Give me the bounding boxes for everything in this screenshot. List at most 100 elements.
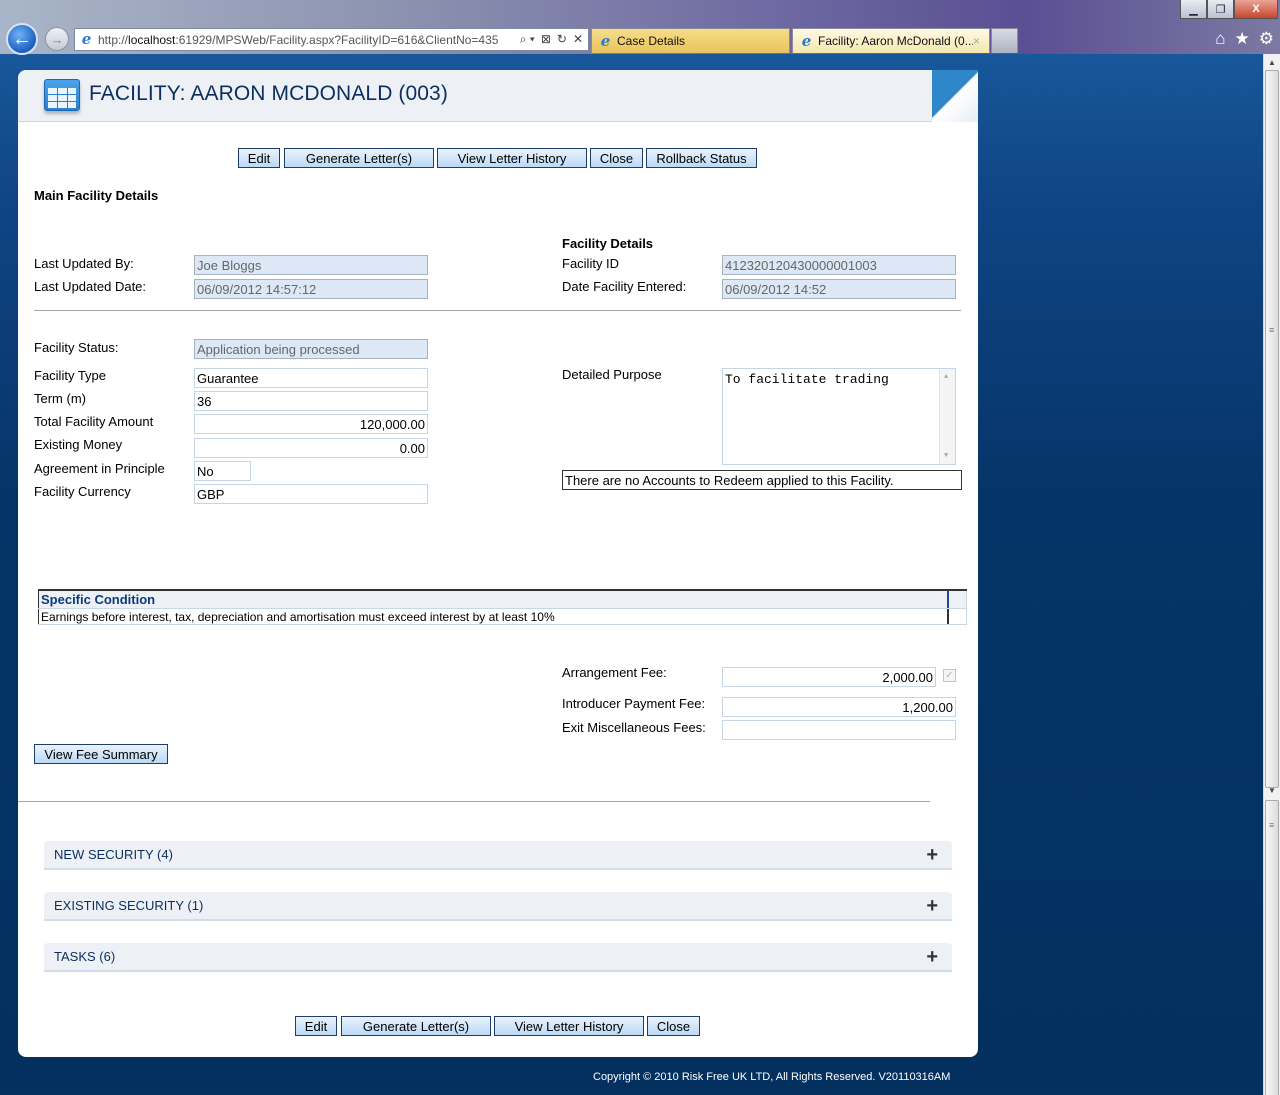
divider [18, 801, 930, 802]
section-label: NEW SECURITY (4) [54, 847, 173, 862]
condition-cell: Earnings before interest, tax, depreciat… [38, 609, 947, 624]
restore-button[interactable]: ❐ [1207, 0, 1234, 19]
page-title: FACILITY: AARON MCDONALD (003) [89, 82, 448, 105]
divider [34, 310, 961, 311]
specific-condition-table: Specific Condition Earnings before inter… [38, 589, 967, 625]
new-security-section[interactable]: NEW SECURITY (4) + [44, 841, 952, 870]
home-icon[interactable]: ⌂ [1215, 29, 1225, 49]
facility-type-label: Facility Type [34, 368, 107, 383]
date-facility-entered-label: Date Facility Entered: [562, 279, 687, 294]
tab-case-details[interactable]: e Case Details [591, 28, 790, 53]
term-label: Term (m) [34, 391, 86, 406]
calendar-icon [44, 79, 80, 111]
url-host: localhost [128, 32, 176, 47]
redeem-accounts-notice: There are no Accounts to Redeem applied … [562, 470, 962, 490]
last-updated-by-field: Joe Bloggs [194, 255, 428, 275]
search-icon[interactable]: ⌕ ▾ [520, 32, 535, 47]
facility-currency-label: Facility Currency [34, 484, 131, 499]
scroll-down-icon[interactable]: ▼ [1264, 782, 1280, 798]
facility-type-field[interactable]: Guarantee [194, 368, 428, 388]
textarea-scrollbar[interactable]: ▲ ▼ [939, 369, 955, 464]
close-window-button[interactable]: X [1234, 0, 1278, 19]
tasks-section[interactable]: TASKS (6) + [44, 943, 952, 972]
column-header-blank [947, 591, 967, 608]
close-button[interactable]: Close [590, 148, 643, 168]
browser-chrome: ▁ ❐ X ← → e http://localhost:61929/MPSWe… [0, 0, 1280, 55]
close-tab-icon[interactable]: × [973, 34, 989, 48]
scrollbar-thumb-lower[interactable]: ≡ [1265, 800, 1279, 1095]
page-header: FACILITY: AARON MCDONALD (003) [18, 70, 978, 122]
page-curl-decoration [932, 70, 978, 122]
window-controls: ▁ ❐ X [1180, 0, 1278, 19]
gear-icon[interactable]: ⚙ [1259, 29, 1274, 49]
expand-plus-icon[interactable]: + [926, 845, 938, 865]
detailed-purpose-textarea[interactable]: To facilitate trading ▲ ▼ [722, 368, 956, 465]
main-facility-details-heading: Main Facility Details [34, 188, 159, 203]
edit-button[interactable]: Edit [238, 148, 280, 168]
facility-page: FACILITY: AARON MCDONALD (003) Edit Gene… [18, 70, 978, 1057]
expand-plus-icon[interactable]: + [926, 947, 938, 967]
agreement-in-principle-field[interactable]: No [194, 461, 251, 481]
facility-details-heading: Facility Details [562, 236, 654, 251]
scrollbar-thumb[interactable]: ≡ [1265, 70, 1279, 788]
section-label: TASKS (6) [54, 949, 116, 964]
generate-letters-button-bottom[interactable]: Generate Letter(s) [341, 1016, 491, 1036]
address-tools: ⌕ ▾ ⊠ ↻ ✕ [520, 32, 588, 47]
scroll-up-icon[interactable]: ▲ [1264, 54, 1280, 70]
forward-button[interactable]: → [45, 27, 69, 51]
stop-icon[interactable]: ✕ [573, 32, 583, 47]
tab-label: Case Details [617, 34, 686, 48]
url-path: :61929/MPSWeb/Facility.aspx?FacilityID=6… [175, 32, 499, 47]
address-bar[interactable]: e http://localhost:61929/MPSWeb/Facility… [74, 28, 589, 51]
view-letter-history-button[interactable]: View Letter History [437, 148, 587, 168]
facility-currency-field[interactable]: GBP [194, 484, 428, 504]
existing-money-field[interactable]: 0.00 [194, 438, 428, 458]
column-header-specific-condition: Specific Condition [38, 591, 947, 608]
total-facility-amount-label: Total Facility Amount [34, 414, 154, 429]
new-tab-button[interactable] [991, 28, 1018, 53]
arrow-left-icon: ← [12, 27, 32, 50]
scroll-down-icon[interactable]: ▼ [944, 452, 948, 460]
arrangement-fee-checkbox[interactable]: ✓ [943, 669, 956, 682]
toolbar-icons: ⌂ ★ ⚙ [1215, 29, 1274, 49]
exit-misc-fees-label: Exit Miscellaneous Fees: [562, 720, 706, 735]
section-label: EXISTING SECURITY (1) [54, 898, 204, 913]
facility-id-field: 412320120430000001003 [722, 255, 956, 275]
introducer-payment-fee-label: Introducer Payment Fee: [562, 696, 706, 711]
scroll-up-icon[interactable]: ▲ [944, 373, 948, 381]
copyright-footer: Copyright © 2010 Risk Free UK LTD, All R… [593, 1071, 951, 1083]
compatibility-view-icon[interactable]: ⊠ [541, 32, 551, 47]
back-button[interactable]: ← [6, 23, 38, 55]
generate-letters-button[interactable]: Generate Letter(s) [284, 148, 434, 168]
exit-misc-fees-field[interactable] [722, 720, 956, 740]
close-button-bottom[interactable]: Close [647, 1016, 700, 1036]
table-row[interactable]: Earnings before interest, tax, depreciat… [38, 609, 967, 625]
introducer-payment-fee-field[interactable]: 1,200.00 [722, 697, 956, 717]
refresh-icon[interactable]: ↻ [557, 32, 567, 47]
arrangement-fee-field[interactable]: 2,000.00 [722, 667, 936, 687]
minimize-button[interactable]: ▁ [1180, 0, 1207, 19]
favorites-star-icon[interactable]: ★ [1235, 29, 1250, 49]
term-field[interactable]: 36 [194, 391, 428, 411]
row-action-cell [947, 609, 967, 624]
existing-security-section[interactable]: EXISTING SECURITY (1) + [44, 892, 952, 921]
expand-plus-icon[interactable]: + [926, 896, 938, 916]
rollback-status-button[interactable]: Rollback Status [646, 148, 757, 168]
view-letter-history-button-bottom[interactable]: View Letter History [494, 1016, 644, 1036]
grip-icon: ≡ [1269, 820, 1275, 830]
ie-icon: e [600, 31, 611, 50]
tab-facility[interactable]: e Facility: Aaron McDonald (0... × [792, 28, 990, 53]
last-updated-date-label: Last Updated Date: [34, 279, 147, 294]
existing-money-label: Existing Money [34, 437, 123, 452]
tab-label: Facility: Aaron McDonald (0... [818, 34, 973, 48]
agreement-in-principle-label: Agreement in Principle [34, 461, 165, 476]
facility-status-label: Facility Status: [34, 340, 119, 355]
detailed-purpose-text: To facilitate trading [725, 372, 889, 387]
url-input[interactable]: http://localhost:61929/MPSWeb/Facility.a… [98, 33, 520, 47]
url-prefix: http:// [98, 32, 129, 47]
view-fee-summary-button[interactable]: View Fee Summary [34, 744, 168, 764]
date-facility-entered-field: 06/09/2012 14:52 [722, 279, 956, 299]
total-facility-amount-field[interactable]: 120,000.00 [194, 414, 428, 434]
edit-button-bottom[interactable]: Edit [295, 1016, 337, 1036]
page-scrollbar[interactable]: ▲ ≡ ▼ ≡ [1263, 54, 1280, 1095]
